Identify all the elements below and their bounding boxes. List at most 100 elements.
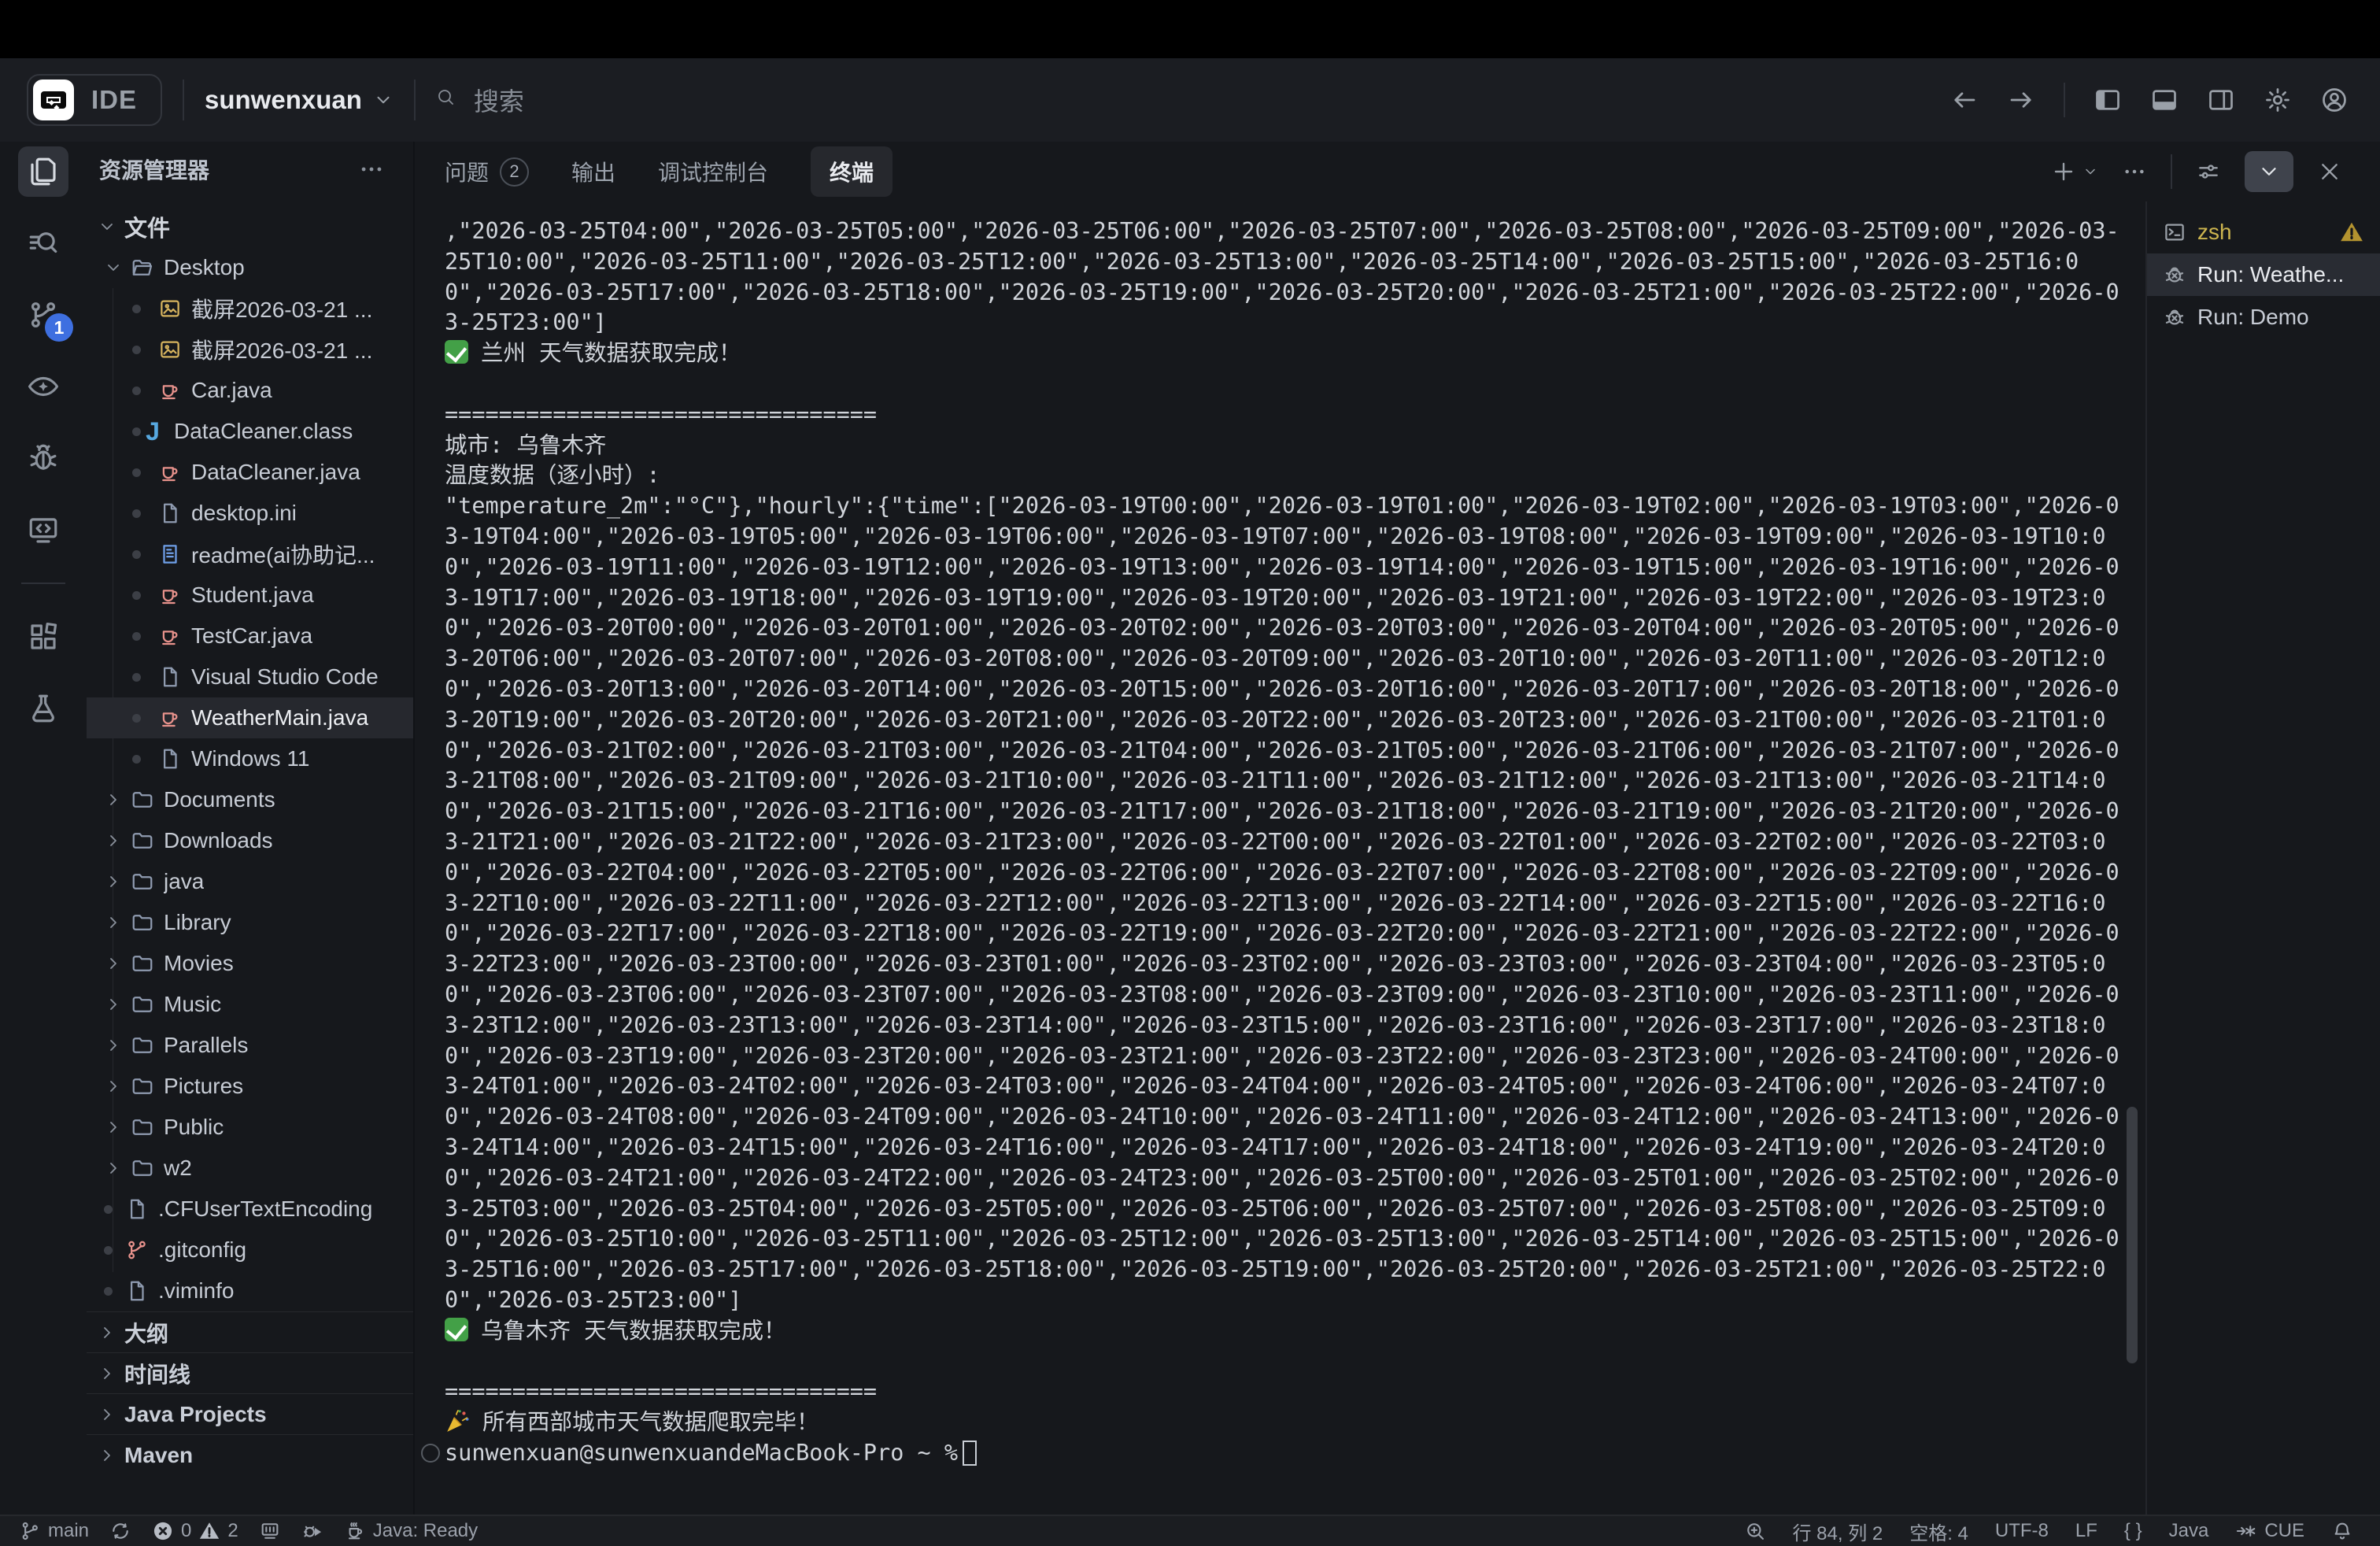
tab-terminal[interactable]: 终端 [811,146,893,197]
java-class-icon: J [141,420,164,443]
file-row-selected[interactable]: WeatherMain.java [87,697,413,738]
folder-icon [131,788,154,812]
zoom-in-icon [1744,1520,1766,1542]
terminal-profile-chevron-icon[interactable] [2082,164,2098,179]
sync-button[interactable] [109,1520,131,1542]
folder-row[interactable]: Public [87,1107,413,1148]
workspace-switcher[interactable]: sunwenxuan [205,85,394,115]
global-search[interactable]: 搜索 [436,82,524,118]
folder-row[interactable]: Movies [87,943,413,984]
folder-row[interactable]: Music [87,984,413,1025]
file-row[interactable]: .viminfo [87,1270,413,1311]
terminal-scrollbar[interactable] [2127,1107,2138,1363]
file-row[interactable]: 截屏2026-03-21 ... [87,288,413,329]
file-row[interactable]: Windows 11 [87,738,413,779]
ellipsis-icon [358,156,385,183]
encoding-indicator[interactable]: UTF-8 [1995,1520,2049,1542]
tree-section-outline[interactable]: 大纲 [87,1311,413,1352]
folder-row[interactable]: Pictures [87,1066,413,1107]
file-row[interactable]: 截屏2026-03-21 ... [87,329,413,370]
activity-preview[interactable] [18,361,68,412]
folder-row[interactable]: Library [87,902,413,943]
activity-testing[interactable] [18,683,68,734]
tree-section-java-projects[interactable]: Java Projects [87,1393,413,1434]
folder-row-desktop[interactable]: Desktop [87,247,413,288]
titlebar-divider [414,80,416,120]
tree-section-timeline[interactable]: 时间线 [87,1352,413,1393]
terminal-output-line: "temperature_2m":"°C"},"hourly":{"time":… [445,491,2122,1316]
account-icon[interactable] [2320,86,2349,114]
activity-explorer[interactable] [18,146,68,197]
chevron-right-icon [104,995,123,1014]
file-row[interactable]: DataCleaner.java [87,452,413,493]
activity-debug[interactable] [18,433,68,483]
eol-indicator[interactable]: LF [2075,1520,2097,1542]
panel-tabbar: 问题 2 输出 调试控制台 终端 [415,142,2380,202]
toggle-panel-icon[interactable] [2150,86,2179,114]
brackets-indicator[interactable]: { } [2124,1520,2142,1542]
file-row[interactable]: Student.java [87,575,413,616]
error-icon [152,1520,174,1542]
gear-icon[interactable] [2264,86,2292,114]
file-row[interactable]: JDataCleaner.class [87,411,413,452]
folder-row[interactable]: Parallels [87,1025,413,1066]
cue-button[interactable]: CUE [2235,1520,2304,1542]
tab-debug-console[interactable]: 调试控制台 [658,156,768,187]
activity-extensions[interactable] [18,612,68,662]
folder-row[interactable]: Documents [87,779,413,820]
notifications-button[interactable] [2331,1520,2353,1542]
folder-row[interactable]: Downloads [87,820,413,861]
activity-search[interactable] [18,218,68,268]
file-row[interactable]: .CFUserTextEncoding [87,1189,413,1230]
toggle-sidebar-icon[interactable] [2094,86,2122,114]
debug-button[interactable] [301,1520,323,1542]
modified-dot-icon [132,427,141,436]
app-logo-button[interactable]: IDE [27,74,162,126]
tree-section-maven[interactable]: Maven [87,1434,413,1475]
cursor-position[interactable]: 行 84, 列 2 [1793,1518,1883,1545]
maximize-panel-button[interactable] [2245,151,2293,192]
terminal-prompt-line: sunwenxuan@sunwenxuandeMacBook-Pro ~ % [445,1438,2122,1469]
file-row[interactable]: Visual Studio Code [87,656,413,697]
file-row[interactable]: Car.java [87,370,413,411]
folder-icon [131,952,154,975]
ellipsis-icon[interactable] [2122,159,2147,184]
chevron-right-icon [104,831,123,850]
close-panel-icon[interactable] [2317,159,2342,184]
tab-output[interactable]: 输出 [571,156,615,187]
ports-button[interactable] [259,1520,281,1542]
java-status[interactable]: Java: Ready [344,1520,478,1542]
new-terminal-icon[interactable] [2051,159,2076,184]
file-row[interactable]: desktop.ini [87,493,413,534]
terminal-list-item-zsh[interactable]: zsh [2147,211,2380,253]
file-tree: 文件 Desktop 截屏2026-03-21 ... 截屏2026-03-21… [87,206,413,1475]
zoom-indicator[interactable] [1744,1520,1766,1542]
folder-row[interactable]: w2 [87,1148,413,1189]
indentation-indicator[interactable]: 空格: 4 [1909,1518,1968,1545]
terminal-list-item-run-demo[interactable]: Run: Demo [2147,296,2380,338]
file-row[interactable]: TestCar.java [87,616,413,656]
document-icon [158,747,182,771]
sidebar-more-button[interactable] [358,156,385,183]
sliders-icon[interactable] [2196,159,2221,184]
problems-status[interactable]: 0 2 [152,1520,238,1542]
activity-source-control[interactable]: 1 [18,290,68,340]
tree-section-files[interactable]: 文件 [87,206,413,247]
document-icon [125,1279,149,1303]
chevron-right-icon [98,1446,116,1465]
activity-remote[interactable] [18,505,68,555]
folder-icon [131,1115,154,1139]
file-row[interactable]: .gitconfig [87,1230,413,1270]
language-indicator[interactable]: Java [2169,1520,2209,1542]
toggle-secondary-sidebar-icon[interactable] [2207,86,2235,114]
terminal-list-item-run-weather[interactable]: Run: Weathe... [2147,253,2380,296]
file-row[interactable]: readme(ai协助记... [87,534,413,575]
folder-row[interactable]: java [87,861,413,902]
terminal-output[interactable]: ,"2026-03-25T04:00","2026-03-25T05:00","… [445,216,2122,1469]
java-cup-icon [344,1520,366,1542]
search-label: 搜索 [474,82,524,118]
tab-problems[interactable]: 问题 2 [445,156,529,187]
back-icon[interactable] [1950,86,1979,114]
branch-status[interactable]: main [19,1520,89,1542]
forward-icon[interactable] [2007,86,2035,114]
